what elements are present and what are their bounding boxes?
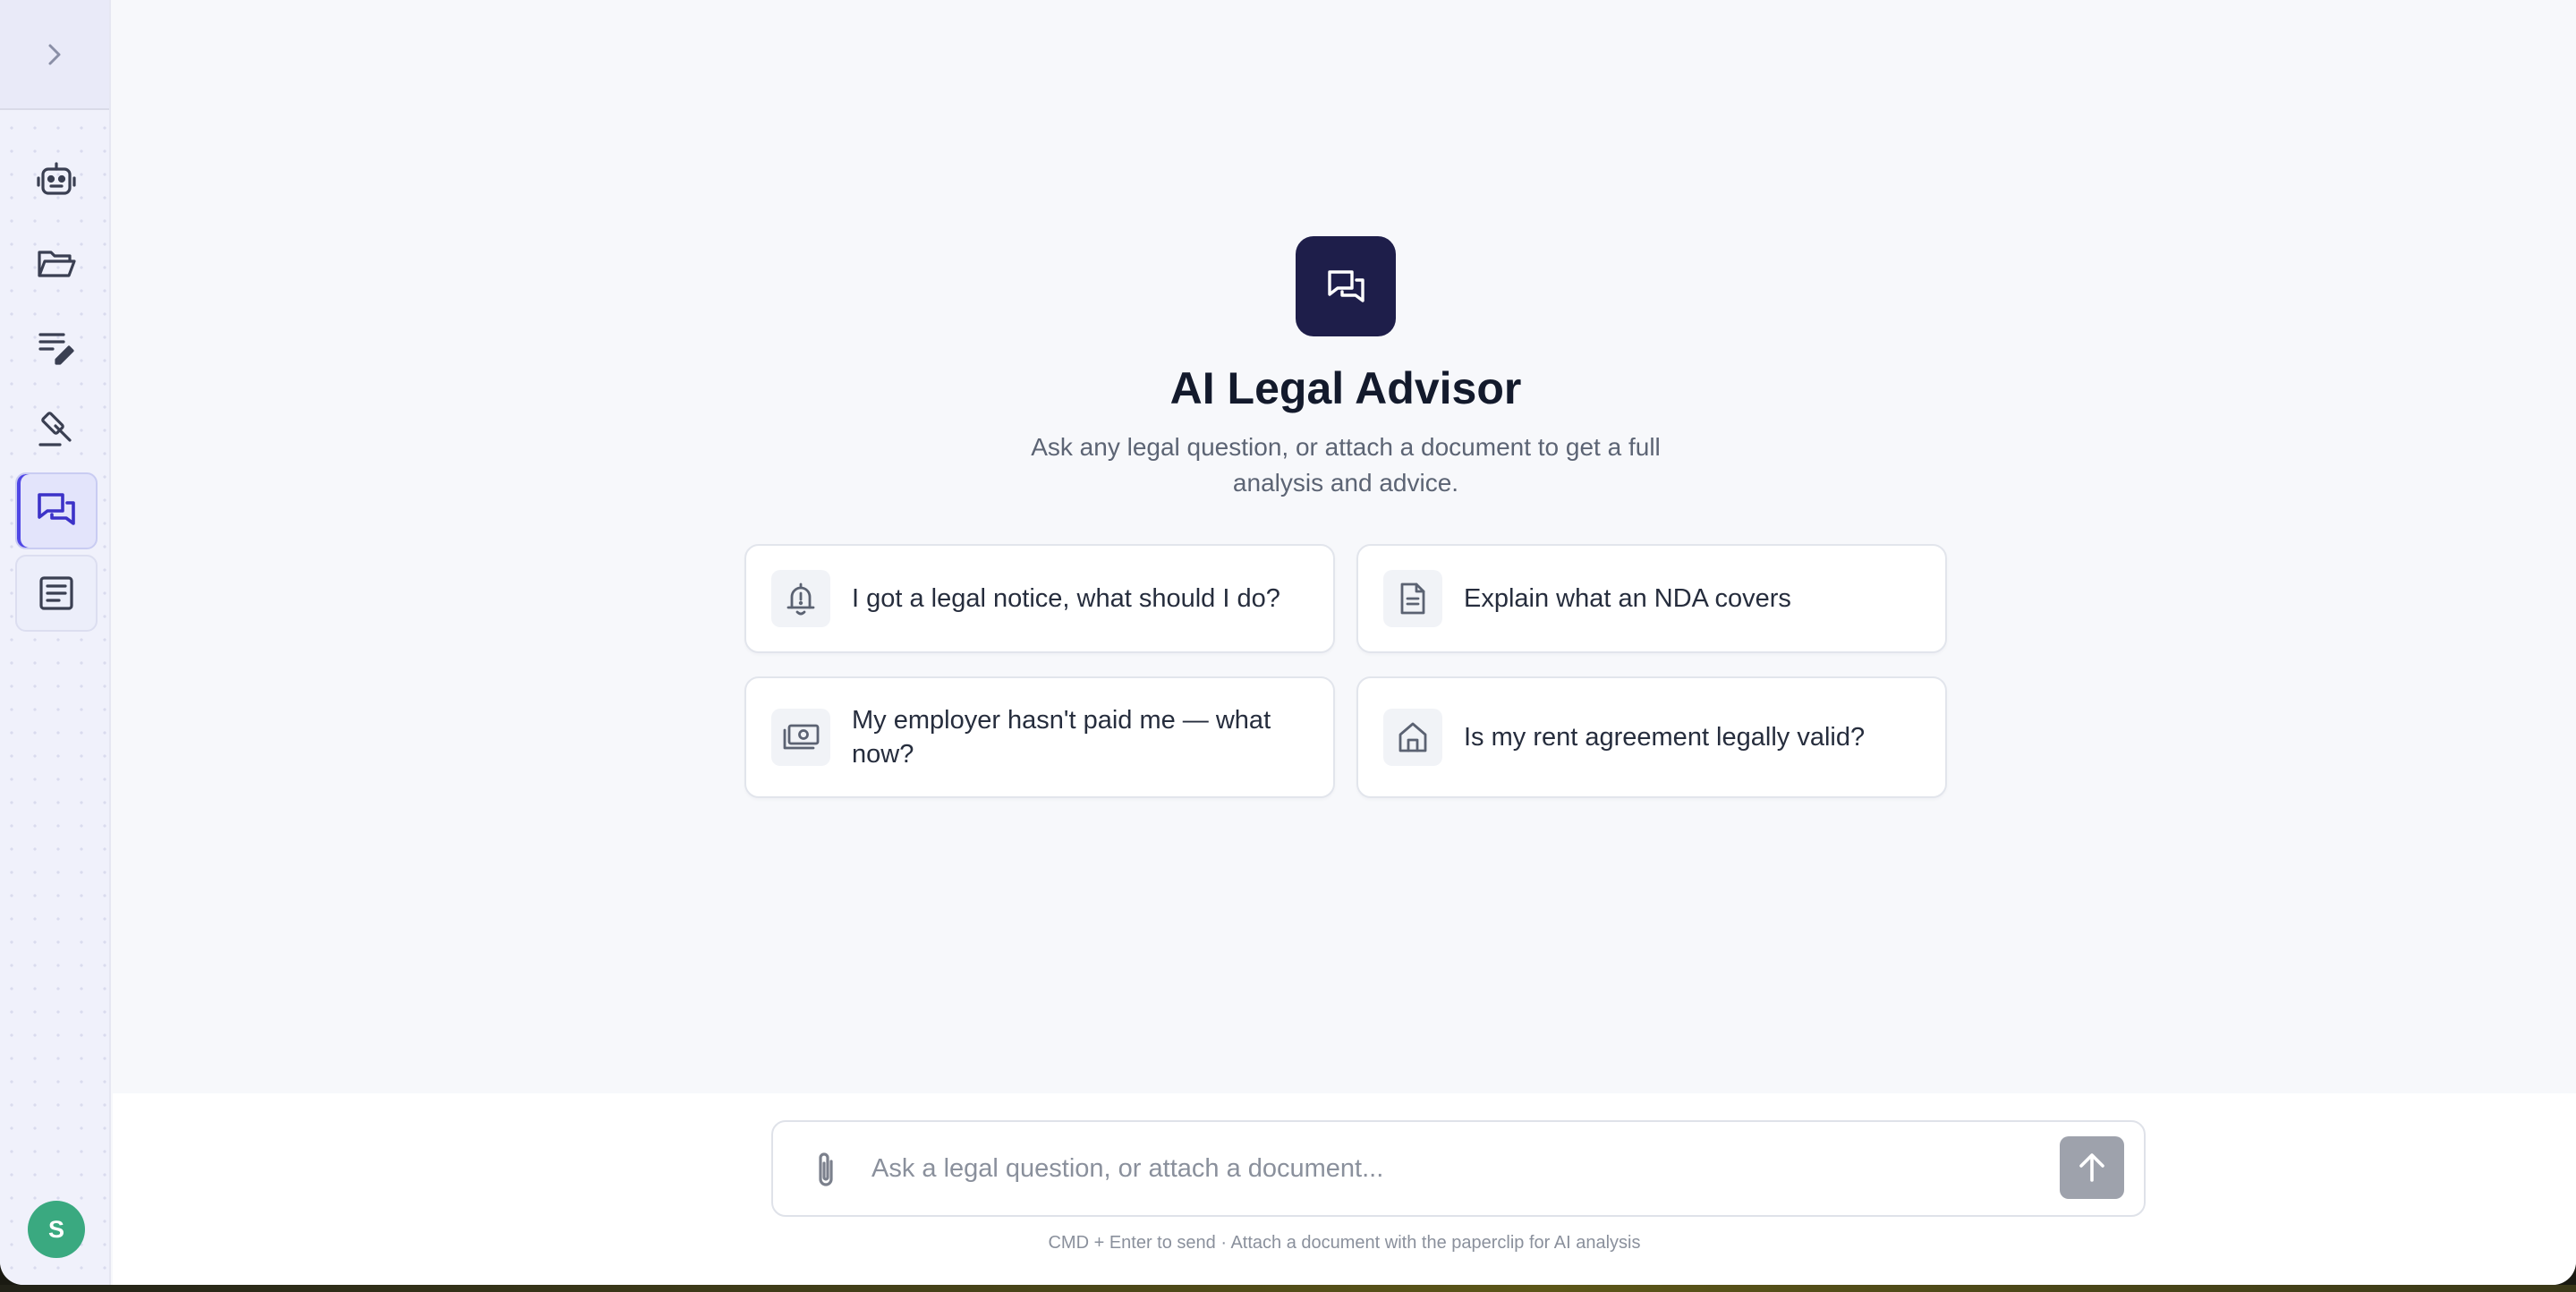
chat-bubbles-icon — [38, 493, 75, 525]
composer-area: CMD + Enter to send · Attach a document … — [113, 1093, 2576, 1285]
sidebar-item-advisor[interactable] — [15, 472, 98, 549]
arrow-up-icon — [2079, 1153, 2104, 1182]
sidebar-item-agents[interactable] — [15, 141, 98, 218]
suggestion-card-nda[interactable]: Explain what an NDA covers — [1356, 544, 1947, 653]
desktop-background-strip — [0, 1285, 2576, 1292]
message-composer — [771, 1120, 2146, 1217]
composer-hint: CMD + Enter to send · Attach a document … — [1048, 1233, 1641, 1253]
suggestion-label: I got a legal notice, what should I do? — [852, 584, 1280, 613]
sidebar-toggle-button[interactable] — [0, 0, 109, 110]
suggestion-label: Explain what an NDA covers — [1464, 584, 1791, 613]
send-button[interactable] — [2060, 1136, 2124, 1199]
sidebar-item-documents[interactable] — [15, 225, 98, 302]
list-edit-icon — [38, 333, 74, 365]
article-icon — [39, 576, 73, 610]
chevron-right-icon — [48, 44, 61, 64]
sidebar-item-notes[interactable] — [15, 555, 98, 632]
attach-document-button[interactable] — [807, 1149, 845, 1192]
user-avatar[interactable]: S — [28, 1201, 85, 1258]
document-icon — [1383, 570, 1442, 627]
sidebar-item-drafting[interactable] — [15, 308, 98, 385]
message-input[interactable] — [871, 1142, 2017, 1195]
sidebar-item-legal[interactable] — [15, 390, 98, 467]
page-title: AI Legal Advisor — [1169, 363, 1522, 413]
advisor-logo — [1296, 236, 1396, 336]
suggestion-label: Is my rent agreement legally valid? — [1464, 723, 1866, 752]
money-icon — [771, 709, 830, 766]
sidebar: S — [0, 0, 111, 1285]
suggestion-card-legal-notice[interactable]: I got a legal notice, what should I do? — [744, 544, 1335, 653]
folder-open-icon — [38, 251, 76, 277]
suggestion-card-unpaid-wages[interactable]: My employer hasn't paid me — what now? — [744, 676, 1335, 798]
gavel-icon — [38, 412, 72, 446]
bell-alert-icon — [771, 570, 830, 627]
page-subtitle: Ask any legal question, or attach a docu… — [1031, 433, 1661, 497]
suggestion-label: My employer hasn't paid me — what now? — [852, 706, 1271, 769]
app-window: S AI Legal Advisor Ask any legal questio… — [0, 0, 2576, 1285]
home-icon — [1383, 709, 1442, 766]
chat-bubbles-icon — [1328, 270, 1365, 302]
suggestion-card-rent-agreement[interactable]: Is my rent agreement legally valid? — [1356, 676, 1947, 798]
robot-icon — [37, 162, 76, 195]
paperclip-icon — [819, 1152, 833, 1186]
